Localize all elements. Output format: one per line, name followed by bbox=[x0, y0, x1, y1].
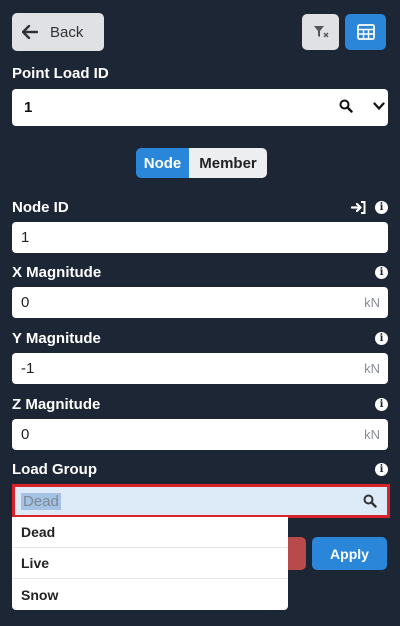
info-icon[interactable]: i bbox=[375, 332, 388, 345]
load-group-value: Dead bbox=[21, 492, 61, 510]
point-load-id-select[interactable]: 1 bbox=[12, 89, 388, 126]
table-view-button[interactable] bbox=[345, 14, 386, 50]
clear-filter-icon bbox=[313, 26, 328, 38]
back-button-label: Back bbox=[50, 23, 84, 41]
info-icon[interactable]: i bbox=[375, 266, 388, 279]
search-icon[interactable] bbox=[339, 99, 353, 113]
node-member-toggle: Node Member bbox=[136, 148, 267, 178]
load-group-search-input[interactable]: Dead bbox=[12, 484, 390, 518]
y-magnitude-value: -1 bbox=[21, 360, 35, 377]
load-group-label: Load Group bbox=[12, 461, 97, 478]
x-magnitude-unit: kN bbox=[364, 295, 380, 310]
y-magnitude-label: Y Magnitude bbox=[12, 330, 101, 347]
apply-button[interactable]: Apply bbox=[312, 537, 387, 570]
load-group-dropdown: Dead Live Snow bbox=[12, 517, 288, 610]
x-magnitude-input[interactable]: 0 kN bbox=[12, 287, 388, 318]
x-magnitude-label: X Magnitude bbox=[12, 264, 102, 281]
node-id-input[interactable]: 1 bbox=[12, 222, 388, 253]
x-magnitude-value: 0 bbox=[21, 294, 30, 311]
point-load-id-label: Point Load ID bbox=[12, 65, 109, 82]
info-icon[interactable]: i bbox=[375, 463, 388, 476]
sign-in-icon[interactable] bbox=[351, 201, 366, 214]
arrow-left-icon bbox=[22, 25, 38, 39]
z-magnitude-value: 0 bbox=[21, 426, 30, 443]
toggle-node-option[interactable]: Node bbox=[136, 148, 189, 178]
toggle-member-option[interactable]: Member bbox=[189, 148, 267, 178]
back-button[interactable]: Back bbox=[12, 13, 104, 51]
y-magnitude-input[interactable]: -1 kN bbox=[12, 353, 388, 384]
dropdown-option-dead[interactable]: Dead bbox=[12, 517, 288, 548]
chevron-down-icon[interactable] bbox=[373, 102, 385, 111]
z-magnitude-unit: kN bbox=[364, 427, 380, 442]
delete-button[interactable] bbox=[288, 537, 306, 570]
node-id-value: 1 bbox=[21, 229, 30, 246]
y-magnitude-unit: kN bbox=[364, 361, 380, 376]
node-id-label: Node ID bbox=[12, 199, 69, 216]
info-icon[interactable]: i bbox=[375, 398, 388, 411]
clear-filter-button[interactable] bbox=[302, 14, 339, 50]
point-load-id-value: 1 bbox=[24, 99, 33, 116]
table-icon bbox=[356, 24, 375, 40]
info-icon[interactable]: i bbox=[375, 201, 388, 214]
search-icon[interactable] bbox=[363, 494, 377, 508]
dropdown-option-live[interactable]: Live bbox=[12, 548, 288, 579]
z-magnitude-input[interactable]: 0 kN bbox=[12, 419, 388, 450]
z-magnitude-label: Z Magnitude bbox=[12, 396, 101, 413]
dropdown-option-snow[interactable]: Snow bbox=[12, 579, 288, 610]
